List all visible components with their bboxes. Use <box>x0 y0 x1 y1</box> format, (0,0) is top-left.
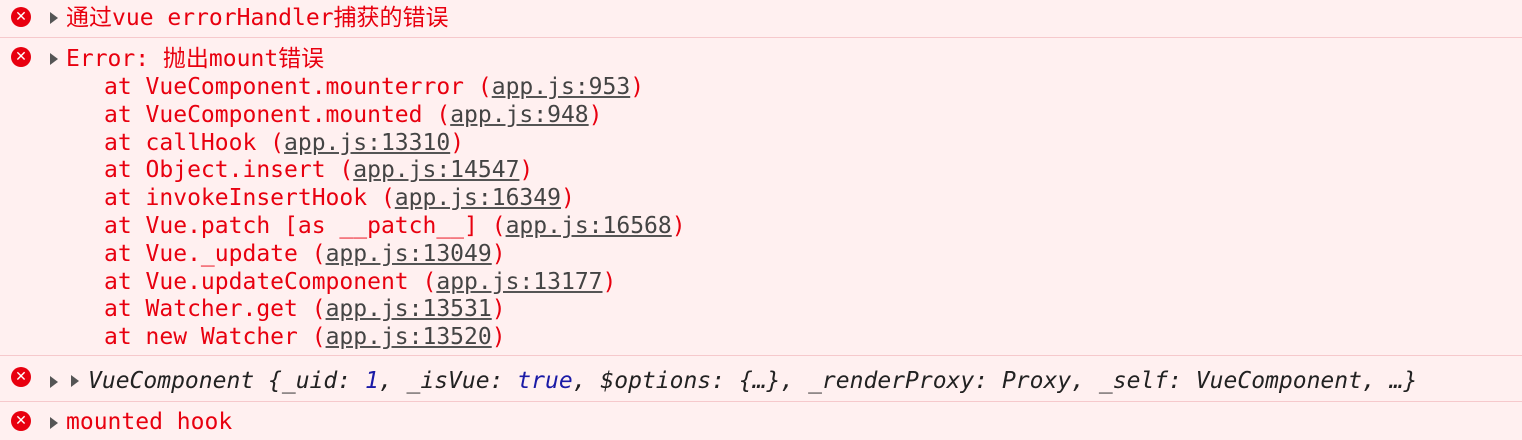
stack-frame: at new Watcher (app.js:13520) <box>104 323 506 351</box>
expand-triangle-icon[interactable] <box>50 376 58 388</box>
stack-frame-text: at Vue.patch [as __patch__] ( <box>104 213 506 239</box>
stack-frame: at VueComponent.mounterror (app.js:953) <box>104 73 644 101</box>
stack-frame: at Vue.updateComponent (app.js:13177) <box>104 268 616 296</box>
console-message-2: ✕ Error: 抛出mount错误 at VueComponent.mount… <box>0 37 1522 355</box>
console-message-1: ✕ 通过vue errorHandler捕获的错误 <box>0 0 1522 37</box>
object-preview[interactable]: VueComponent {_uid: 1, _isVue: true, $op… <box>88 367 1417 395</box>
stack-frame: at Vue._update (app.js:13049) <box>104 240 506 268</box>
error-icon: ✕ <box>11 47 31 67</box>
stack-frame: at callHook (app.js:13310) <box>104 129 464 157</box>
stack-frame: at Watcher.get (app.js:13531) <box>104 295 506 323</box>
stack-frame: at Vue.patch [as __patch__] (app.js:1656… <box>104 212 686 240</box>
stack-frame-text: at callHook ( <box>104 129 285 156</box>
stack-frame-text: at new Watcher ( <box>104 324 326 351</box>
error-header: Error: 抛出mount错误 <box>66 46 325 72</box>
stack-frame-text: ) <box>491 324 506 351</box>
error-icon: ✕ <box>11 367 31 387</box>
uid-value: 1 <box>364 368 379 394</box>
stack-frame: at invokeInsertHook (app.js:16349) <box>104 184 575 212</box>
object-preview-text: VueComponent {_uid: <box>88 368 365 394</box>
source-link[interactable]: app.js:13049 <box>326 241 492 267</box>
stack-frame-text: at Vue._update ( <box>104 240 326 267</box>
stack-frame-text: ) <box>491 240 506 267</box>
source-link[interactable]: app.js:953 <box>492 74 630 100</box>
source-link[interactable]: app.js:948 <box>450 102 588 128</box>
message-text: mounted hook <box>66 409 233 435</box>
stack-frame: at Object.insert (app.js:14547) <box>104 156 533 184</box>
stack-frame-text: at Vue.updateComponent ( <box>104 268 437 295</box>
expand-triangle-icon[interactable] <box>50 417 58 429</box>
stack-frame-text: at Object.insert ( <box>104 157 354 184</box>
stack-frame-text: ) <box>450 129 465 156</box>
message-text: 通过vue errorHandler捕获的错误 <box>66 5 449 31</box>
stack-frame-text: ) <box>671 213 686 239</box>
object-expand-triangle-icon[interactable] <box>71 375 79 387</box>
stack-frame-text: ) <box>491 296 506 323</box>
stack-frame-text: ) <box>630 74 645 100</box>
stack-frame-text: ) <box>588 101 603 128</box>
stack-frame-text: ) <box>602 268 617 295</box>
error-icon: ✕ <box>11 7 31 27</box>
stack-frame: at VueComponent.mounted (app.js:948) <box>104 101 603 129</box>
stack-frame-text: at VueComponent.mounted ( <box>104 101 451 128</box>
source-link[interactable]: app.js:13310 <box>284 130 450 156</box>
isvue-value: true <box>517 368 573 394</box>
stack-frame-text: ) <box>519 157 534 184</box>
source-link[interactable]: app.js:16349 <box>395 185 561 211</box>
stack-frame-text: at invokeInsertHook ( <box>104 185 395 212</box>
console-message-3: ✕ VueComponent {_uid: 1, _isVue: true, $… <box>0 355 1522 401</box>
stack-frame-text: ) <box>560 185 575 212</box>
console-message-4: ✕ mounted hook <box>0 401 1522 440</box>
object-preview-text: , _isVue: <box>378 368 518 394</box>
stack-frame-text: at VueComponent.mounterror ( <box>104 74 492 100</box>
source-link[interactable]: app.js:13177 <box>436 269 602 295</box>
expand-triangle-icon[interactable] <box>50 53 58 65</box>
stack-frame-text: at Watcher.get ( <box>104 296 326 323</box>
source-link[interactable]: app.js:14547 <box>353 157 519 183</box>
object-preview-text: , $options: {…}, _renderProxy: Proxy, _s… <box>572 368 1418 394</box>
source-link[interactable]: app.js:13520 <box>326 324 492 350</box>
source-link[interactable]: app.js:13531 <box>326 296 492 322</box>
source-link[interactable]: app.js:16568 <box>506 213 672 239</box>
expand-triangle-icon[interactable] <box>50 12 58 24</box>
devtools-console: ✕ 通过vue errorHandler捕获的错误 ✕ Error: 抛出mou… <box>0 0 1522 440</box>
error-icon: ✕ <box>11 411 31 431</box>
